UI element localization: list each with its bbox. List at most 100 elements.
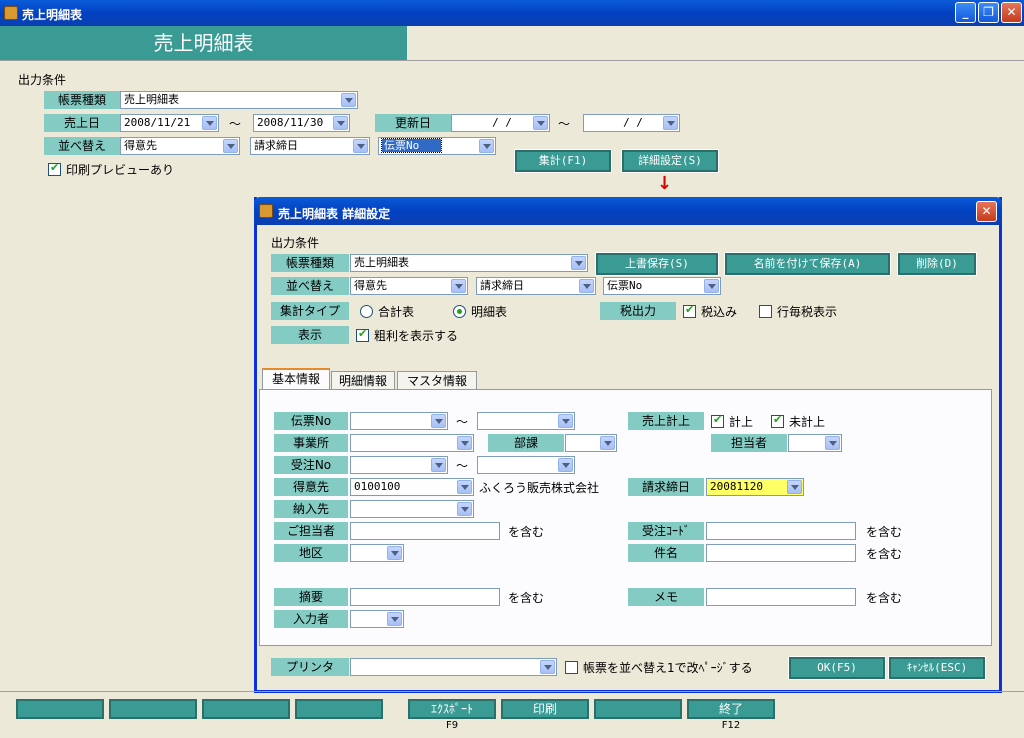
chevron-down-icon[interactable] [533, 116, 548, 130]
page-break-checkbox[interactable] [565, 661, 578, 674]
print-button[interactable]: 印刷 [501, 699, 589, 719]
chevron-down-icon[interactable] [571, 256, 586, 270]
tax-included-checkbox[interactable] [683, 303, 696, 318]
dialog-sort3-select[interactable]: 伝票No [603, 277, 721, 295]
fkey-f2[interactable] [109, 699, 197, 719]
chevron-down-icon[interactable] [579, 279, 594, 293]
chevron-down-icon[interactable] [353, 139, 368, 153]
tab-basic-info[interactable]: 基本情報 [262, 368, 330, 389]
chevron-down-icon[interactable] [431, 458, 446, 472]
divider [0, 60, 1024, 61]
inputter-select[interactable] [350, 610, 404, 628]
chevron-down-icon[interactable] [457, 480, 472, 494]
sales-date-from[interactable]: 2008/11/21 [120, 114, 219, 132]
billing-close-select[interactable]: 20081120 [706, 478, 804, 496]
sort3-select[interactable]: 伝票No [378, 137, 496, 155]
office-select[interactable] [350, 434, 474, 452]
order-code-label: 受注ｺｰﾄﾞ [628, 522, 704, 540]
chevron-down-icon[interactable] [704, 279, 719, 293]
preview-checkbox[interactable] [48, 161, 61, 176]
chevron-down-icon[interactable] [341, 93, 356, 107]
summary-input[interactable] [350, 588, 500, 606]
chevron-down-icon[interactable] [663, 116, 678, 130]
cancel-button[interactable]: ｷｬﾝｾﾙ(ESC) [888, 656, 986, 680]
dialog-sort1-select[interactable]: 得意先 [350, 277, 468, 295]
range-separator: ～ [456, 415, 469, 429]
dialog-sort2-select[interactable]: 請求締日 [476, 277, 596, 295]
memo-label: メモ [628, 588, 704, 606]
agg-total-label: 合計表 [378, 305, 415, 319]
order-no-to[interactable] [477, 456, 575, 474]
export-key-label: F9 [445, 720, 459, 731]
slip-no-to[interactable] [477, 412, 575, 430]
chevron-down-icon[interactable] [558, 458, 573, 472]
tab-master-info[interactable]: マスタ情報 [397, 371, 477, 390]
save-as-button[interactable]: 名前を付けて保存(A) [724, 252, 891, 276]
contact-input[interactable] [350, 522, 500, 540]
update-date-to[interactable]: / / [583, 114, 680, 132]
posted-checkbox[interactable] [711, 413, 724, 428]
sort1-select[interactable]: 得意先 [120, 137, 240, 155]
update-date-from[interactable]: / / [451, 114, 550, 132]
minimize-icon[interactable]: _ [955, 2, 976, 23]
department-select[interactable] [565, 434, 617, 452]
tab-detail-info[interactable]: 明細情報 [331, 371, 395, 390]
chevron-down-icon[interactable] [387, 546, 402, 560]
customer-select[interactable]: 0100100 [350, 478, 474, 496]
overwrite-save-button[interactable]: 上書保存(S) [595, 252, 719, 276]
not-posted-checkbox[interactable] [771, 413, 784, 428]
agg-detail-radio[interactable] [453, 305, 466, 318]
chevron-down-icon[interactable] [600, 436, 615, 450]
chevron-down-icon[interactable] [202, 116, 217, 130]
app-icon [4, 6, 18, 20]
printer-select[interactable] [350, 658, 557, 676]
chevron-down-icon[interactable] [333, 116, 348, 130]
fkey-f11[interactable] [594, 699, 682, 719]
show-profit-checkbox[interactable] [356, 327, 369, 342]
chevron-down-icon[interactable] [558, 414, 573, 428]
chevron-down-icon[interactable] [457, 436, 472, 450]
chevron-down-icon[interactable] [479, 139, 494, 153]
tax-per-line-checkbox[interactable] [759, 305, 772, 318]
chevron-down-icon[interactable] [457, 502, 472, 516]
inputter-label: 入力者 [274, 610, 348, 628]
order-no-from[interactable] [350, 456, 448, 474]
fkey-f4[interactable] [295, 699, 383, 719]
slip-no-from[interactable] [350, 412, 448, 430]
fkey-f3[interactable] [202, 699, 290, 719]
dialog-sort-label: 並べ替え [271, 277, 349, 295]
chevron-down-icon[interactable] [451, 279, 466, 293]
memo-input[interactable] [706, 588, 856, 606]
department-label: 部課 [488, 434, 564, 452]
export-button[interactable]: ｴｸｽﾎﾟｰﾄ [408, 699, 496, 719]
person-select[interactable] [788, 434, 842, 452]
contact-label: ご担当者 [274, 522, 348, 540]
ok-button[interactable]: OK(F5) [788, 656, 886, 680]
area-select[interactable] [350, 544, 404, 562]
delete-button[interactable]: 削除(D) [897, 252, 977, 276]
dialog-report-type-select[interactable]: 売上明細表 [350, 254, 588, 272]
chevron-down-icon[interactable] [825, 436, 840, 450]
close-icon[interactable]: ✕ [976, 201, 997, 222]
dialog-sort2-value: 請求締日 [480, 279, 524, 292]
chevron-down-icon[interactable] [223, 139, 238, 153]
order-code-input[interactable] [706, 522, 856, 540]
chevron-down-icon[interactable] [431, 414, 446, 428]
agg-total-radio[interactable] [360, 305, 373, 318]
subject-input[interactable] [706, 544, 856, 562]
delivery-select[interactable] [350, 500, 474, 518]
exit-button[interactable]: 終了 [687, 699, 775, 719]
sales-date-to[interactable]: 2008/11/30 [253, 114, 350, 132]
close-icon[interactable]: ✕ [1001, 2, 1022, 23]
dialog-section-label: 出力条件 [271, 236, 320, 250]
report-type-select[interactable]: 売上明細表 [120, 91, 358, 109]
detail-settings-button[interactable]: 詳細設定(S) [621, 149, 719, 173]
chevron-down-icon[interactable] [387, 612, 402, 626]
chevron-down-icon[interactable] [787, 480, 802, 494]
restore-icon[interactable]: ❐ [978, 2, 999, 23]
sort2-select[interactable]: 請求締日 [250, 137, 370, 155]
posted-label: 計上 [729, 415, 754, 429]
chevron-down-icon[interactable] [540, 660, 555, 674]
aggregate-button[interactable]: 集計(F1) [514, 149, 612, 173]
fkey-f1[interactable] [16, 699, 104, 719]
